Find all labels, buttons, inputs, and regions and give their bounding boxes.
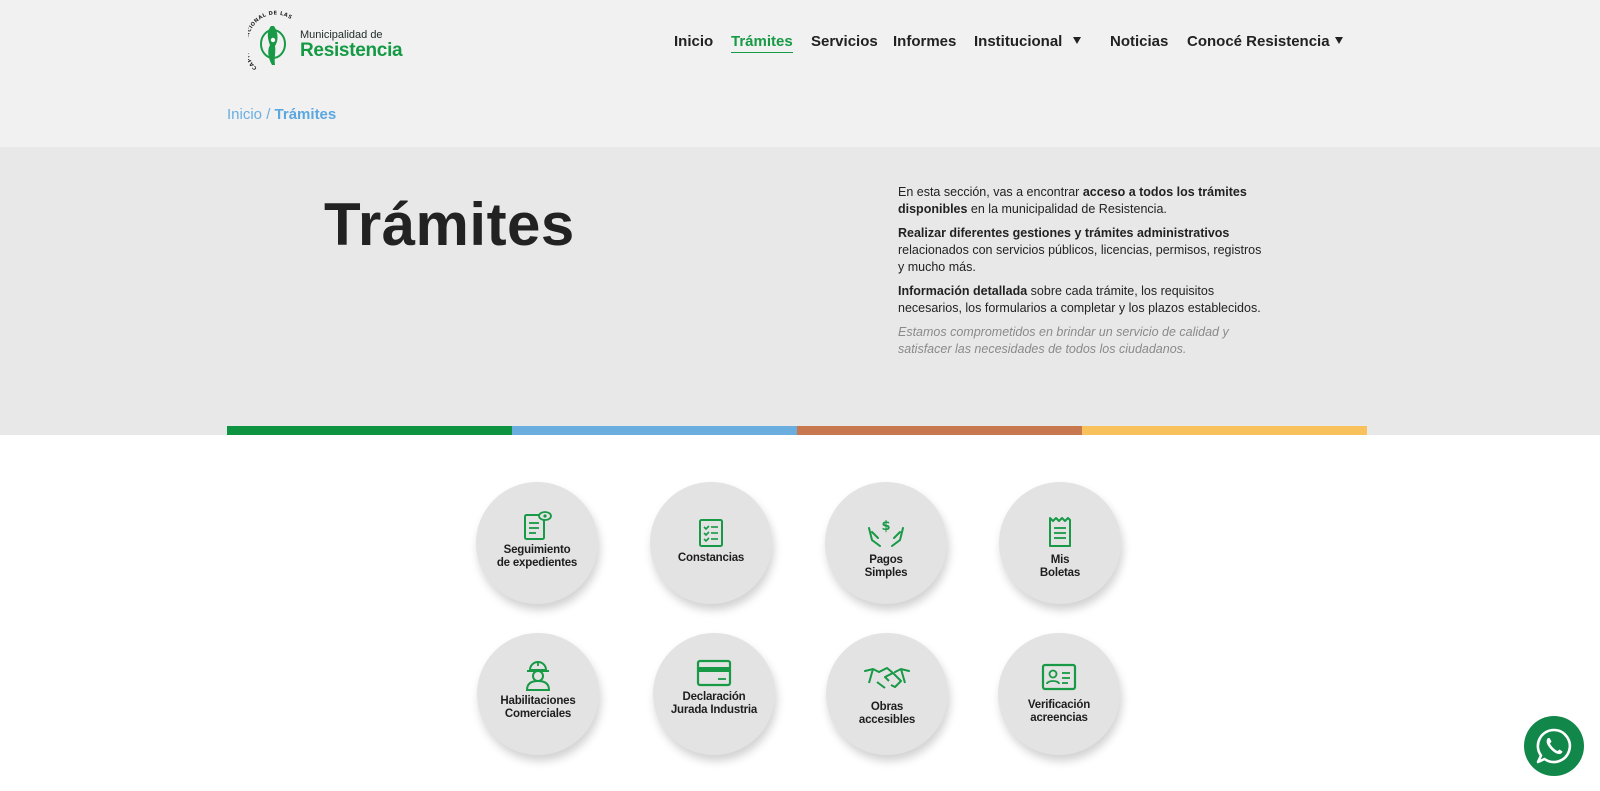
nav-item-tramites[interactable]: Trámites	[731, 32, 793, 53]
nav-item-inicio[interactable]: Inicio	[674, 32, 713, 52]
nav-item-conoce-resistencia[interactable]: Conocé Resistencia	[1187, 32, 1330, 52]
breadcrumb: Inicio / Trámites	[227, 106, 336, 123]
nav-item-servicios[interactable]: Servicios	[811, 32, 878, 52]
document-eye-icon	[524, 511, 552, 540]
conoce-dropdown-caret-icon[interactable]	[1335, 37, 1343, 44]
hands-money-icon: $	[868, 519, 904, 547]
tile-declaracion-jurada-industria[interactable]: Declaración Jurada Industria	[653, 633, 775, 755]
page-title: Trámites	[324, 191, 575, 258]
hero-paragraph-3: Información detallada sobre cada trámite…	[898, 284, 1261, 315]
institucional-dropdown-caret-icon[interactable]	[1073, 37, 1081, 44]
color-bars	[227, 426, 1367, 435]
tile-habilitaciones-comerciales[interactable]: Habilitaciones Comerciales	[477, 633, 599, 755]
tile-seguimiento-expedientes[interactable]: Seguimiento de expedientes	[476, 482, 598, 604]
whatsapp-button[interactable]	[1524, 716, 1584, 776]
hero-section: Trámites En esta sección, vas a encontra…	[0, 147, 1600, 435]
color-bar-orange	[797, 426, 1082, 435]
tile-obras-accesibles[interactable]: Obras accesibles	[826, 633, 948, 755]
hero-paragraph-4: Estamos comprometidos en brindar un serv…	[898, 325, 1229, 356]
tile-label: Obras accesibles	[858, 701, 916, 726]
tramites-grid: Seguimiento de expedientes Constancias $…	[0, 470, 1600, 791]
worker-icon	[525, 661, 551, 691]
breadcrumb-separator: /	[266, 106, 271, 123]
tile-label: Constancias	[677, 552, 745, 564]
hero-paragraph-1: En esta sección, vas a encontrar acceso …	[898, 185, 1247, 216]
tile-label: Pagos Simples	[864, 554, 908, 579]
tile-constancias[interactable]: Constancias	[650, 482, 772, 604]
tile-mis-boletas[interactable]: Mis Boletas	[999, 482, 1121, 604]
nav-item-noticias[interactable]: Noticias	[1110, 32, 1168, 52]
color-bar-yellow	[1082, 426, 1367, 435]
nav-item-informes[interactable]: Informes	[893, 32, 956, 52]
tile-pagos-simples[interactable]: $ Pagos Simples	[825, 482, 947, 604]
tile-label: Seguimiento de expedientes	[496, 544, 578, 569]
credit-card-icon	[696, 659, 732, 687]
svg-text:$: $	[881, 519, 890, 534]
handshake-icon	[864, 667, 910, 689]
main-nav: Inicio Trámites Servicios Informes Insti…	[0, 32, 1600, 56]
tile-label: Verificación acreencias	[1027, 699, 1091, 724]
tile-label: Habilitaciones Comerciales	[500, 695, 576, 720]
color-bar-blue	[512, 426, 797, 435]
breadcrumb-current: Trámites	[274, 106, 337, 123]
header: CAPITAL NACIONAL DE LAS ESCULTURAS Munic…	[0, 0, 1600, 147]
whatsapp-icon	[1536, 728, 1572, 764]
hero-paragraph-2: Realizar diferentes gestiones y trámites…	[898, 226, 1262, 274]
hero-description: En esta sección, vas a encontrar acceso …	[898, 184, 1268, 365]
checklist-icon	[699, 519, 723, 547]
tile-label: Declaración Jurada Industria	[670, 691, 758, 716]
nav-item-institucional[interactable]: Institucional	[974, 32, 1062, 52]
id-card-icon	[1041, 663, 1077, 691]
breadcrumb-home[interactable]: Inicio	[227, 106, 262, 123]
receipt-icon	[1049, 517, 1071, 547]
color-bar-green	[227, 426, 512, 435]
tile-label: Mis Boletas	[1039, 554, 1081, 579]
tile-verificacion-acreencias[interactable]: Verificación acreencias	[998, 633, 1120, 755]
